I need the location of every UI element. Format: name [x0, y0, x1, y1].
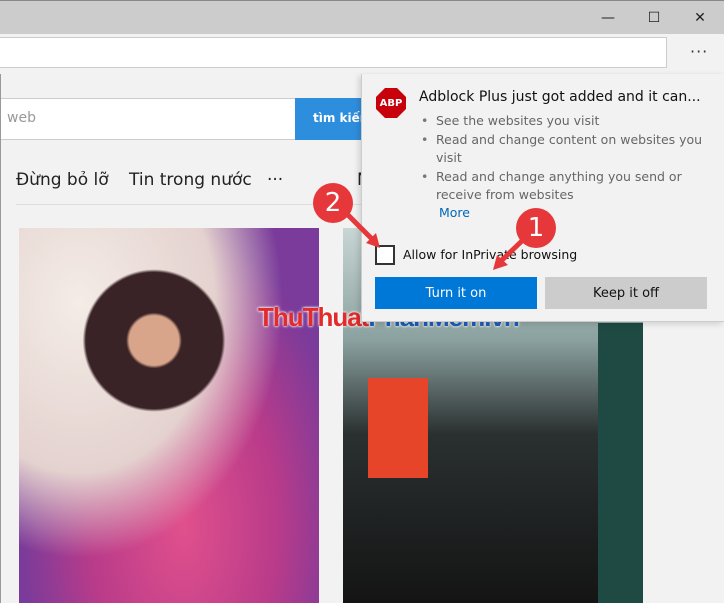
more-menu-button[interactable]: ···: [690, 42, 708, 61]
adblock-plus-icon: ABP: [376, 88, 406, 118]
permission-item: See the websites you visit: [419, 112, 709, 131]
turn-it-on-button[interactable]: Turn it on: [375, 277, 537, 309]
red-cabinet: [368, 378, 428, 478]
title-bar: — ☐ ✕: [0, 0, 724, 34]
nav-link-dung-bo-lo[interactable]: Đừng bỏ lỡ: [16, 170, 109, 190]
extension-added-popup: ABP Adblock Plus just got added and it c…: [361, 74, 724, 322]
annotation-badge-1: 1: [516, 208, 556, 248]
maximize-button[interactable]: ☐: [631, 1, 677, 35]
keep-it-off-button[interactable]: Keep it off: [545, 277, 707, 309]
close-button[interactable]: ✕: [677, 1, 723, 35]
inprivate-checkbox[interactable]: [375, 245, 395, 265]
permission-item: Read and change anything you send or rec…: [419, 168, 709, 205]
article-image-woman[interactable]: [19, 228, 319, 603]
watermark-part1: ThuThuat: [258, 302, 369, 332]
minimize-button[interactable]: —: [585, 1, 631, 35]
permissions-list: See the websites you visit Read and chan…: [419, 112, 709, 205]
permission-item: Read and change content on websites you …: [419, 131, 709, 168]
search-input[interactable]: web: [1, 98, 296, 140]
more-link[interactable]: More: [439, 205, 470, 220]
divider: [16, 204, 361, 205]
search-button[interactable]: tìm kiếm: [295, 98, 365, 140]
inprivate-checkbox-label[interactable]: Allow for InPrivate browsing: [403, 247, 577, 262]
address-bar[interactable]: [0, 37, 667, 68]
nav-more-button[interactable]: ···: [267, 170, 283, 190]
nav-link-tin-trong-nuoc[interactable]: Tin trong nước: [129, 170, 252, 190]
popup-title: Adblock Plus just got added and it can..…: [419, 89, 701, 105]
annotation-badge-2: 2: [313, 183, 353, 223]
toolbar: ···: [0, 34, 724, 74]
screen: [598, 323, 643, 603]
